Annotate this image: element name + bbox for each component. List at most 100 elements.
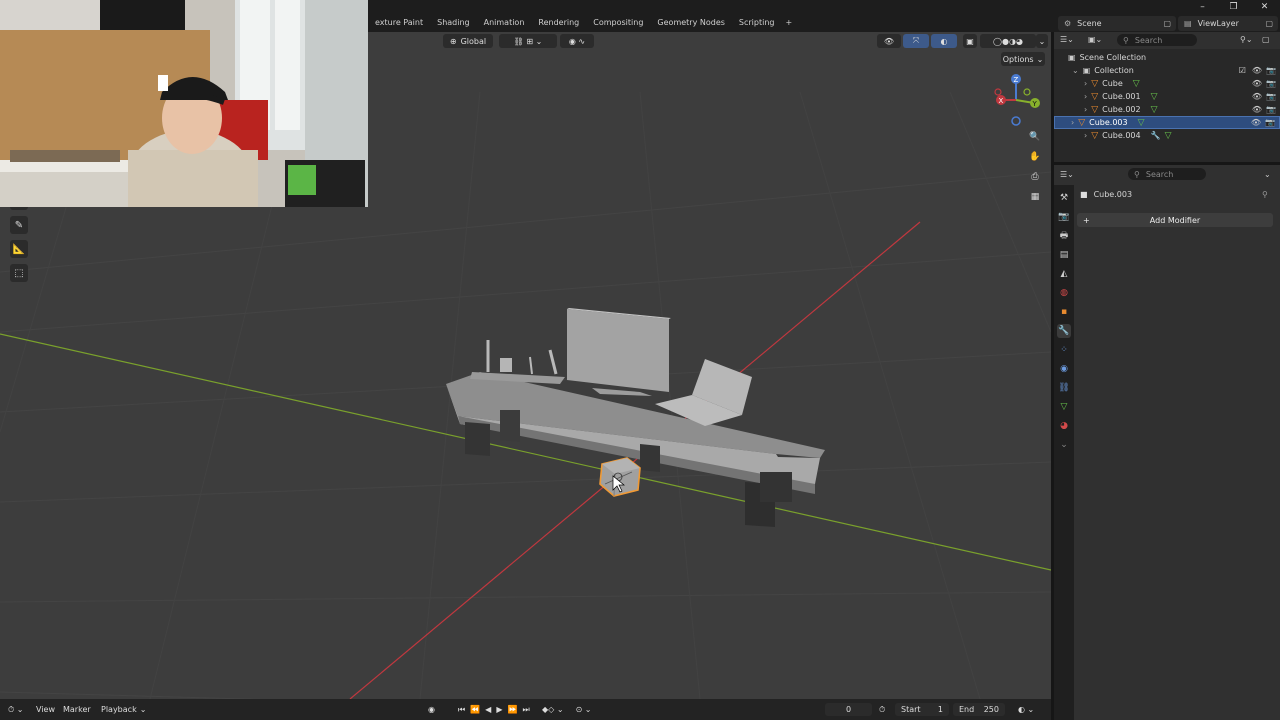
start-frame-field[interactable]: Start 1 [895, 703, 949, 716]
minimize-button[interactable]: – [1187, 0, 1218, 14]
modifier-icon[interactable]: 🔧 [1151, 131, 1161, 140]
mesh-data-icon[interactable]: ▽ [1151, 92, 1158, 102]
filter-icon[interactable]: ⚲⌄ [1240, 35, 1253, 44]
expand-icon[interactable]: ⌄ [1072, 66, 1079, 75]
camera-icon[interactable]: 📷 [1266, 79, 1276, 88]
measure-tool-icon[interactable]: 📐 [10, 240, 28, 258]
mesh-data-icon[interactable]: ▽ [1138, 118, 1145, 128]
navigation-gizmo[interactable]: Z Y X [990, 70, 1046, 130]
marker-menu[interactable]: Marker [63, 699, 91, 720]
next-keyframe-icon[interactable]: ⏩ [507, 705, 517, 714]
snap-controls[interactable]: ⛓ ⊞ ⌄ [499, 34, 557, 48]
expand-icon[interactable]: › [1084, 92, 1087, 101]
keying-controls[interactable]: ◆◇ ⌄ ⊙ ⌄ [542, 699, 592, 720]
options-dropdown[interactable]: Options ⌄ [1001, 52, 1045, 66]
mesh-data-icon[interactable]: ▽ [1133, 79, 1140, 89]
view-layer-tab-icon[interactable]: ▤ [1057, 248, 1071, 262]
chevron-down-icon[interactable]: ⌄ [1264, 170, 1271, 179]
mesh-data-icon[interactable]: ▽ [1165, 131, 1172, 141]
expand-icon[interactable]: › [1084, 131, 1087, 140]
texture-tab-icon[interactable]: ⌄ [1057, 438, 1071, 452]
current-frame-field[interactable]: 0 [825, 703, 872, 716]
outliner-item-cube-003[interactable]: › ▽ Cube.003 ▽ 👁 📷 [1054, 116, 1280, 129]
material-tab-icon[interactable]: ◕ [1057, 419, 1071, 433]
camera-icon[interactable]: 📷 [1266, 92, 1276, 101]
proportional-edit[interactable]: ◉ ∿ [560, 34, 594, 48]
scene-selector[interactable]: ⚙ Scene ▢ [1058, 16, 1176, 31]
gizmo-toggle[interactable]: ⤧ [903, 34, 929, 48]
tab-animation[interactable]: Animation [477, 14, 532, 32]
view-menu[interactable]: View [36, 699, 55, 720]
add-workspace-button[interactable]: + [781, 14, 796, 32]
visibility-dropdown[interactable]: 👁 [877, 34, 901, 48]
playback-menu[interactable]: Playback ⌄ [101, 699, 146, 720]
clock-icon[interactable]: ⏱ [879, 699, 885, 720]
pan-hand-icon[interactable]: ✋ [1027, 149, 1043, 165]
expand-icon[interactable]: › [1084, 79, 1087, 88]
expand-icon[interactable]: › [1084, 105, 1087, 114]
outliner-item-cube-001[interactable]: › ▽ Cube.001 ▽ 👁 📷 [1054, 90, 1280, 103]
shading-dropdown[interactable]: ⌄ [1036, 34, 1048, 48]
eye-icon[interactable]: 👁 [1251, 118, 1261, 127]
camera-icon[interactable]: 📷 [1265, 118, 1275, 127]
collection-row[interactable]: ⌄ ▣ Collection ☑ 👁 📷 [1054, 64, 1280, 77]
camera-icon[interactable]: ⎙ [1027, 169, 1043, 185]
properties-search[interactable]: ⚲ Search [1128, 168, 1206, 180]
tab-scripting[interactable]: Scripting [732, 14, 782, 32]
outliner-item-cube[interactable]: › ▽ Cube ▽ 👁 📷 [1054, 77, 1280, 90]
eye-icon[interactable]: 👁 [1252, 92, 1262, 101]
timeline-overlay-icon[interactable]: ◐ ⌄ [1018, 699, 1034, 720]
xray-toggle[interactable]: ▣ [963, 34, 977, 48]
play-icon[interactable]: ▶ [496, 705, 502, 714]
expand-icon[interactable]: › [1071, 118, 1074, 127]
tab-texture-paint[interactable]: exture Paint [368, 14, 430, 32]
modifier-tab-icon[interactable]: 🔧 [1057, 324, 1071, 338]
tab-geometry-nodes[interactable]: Geometry Nodes [650, 14, 731, 32]
properties-editor-icon[interactable]: ☰⌄ [1060, 170, 1074, 179]
shading-modes[interactable]: ◯●◑◕ [980, 34, 1036, 48]
constraints-tab-icon[interactable]: ⛓ [1057, 381, 1071, 395]
overlay-toggle[interactable]: ◐ [931, 34, 957, 48]
zoom-icon[interactable]: 🔍 [1027, 129, 1043, 145]
display-mode-icon[interactable]: ▣⌄ [1088, 35, 1102, 44]
jump-start-icon[interactable]: ⏮ [458, 705, 465, 715]
mesh-data-icon[interactable]: ▽ [1151, 105, 1158, 115]
eye-icon[interactable]: 👁 [1252, 66, 1262, 75]
tab-shading[interactable]: Shading [430, 14, 477, 32]
eye-icon[interactable]: 👁 [1252, 105, 1262, 114]
new-view-layer-icon[interactable]: ▢ [1265, 19, 1273, 28]
new-scene-icon[interactable]: ▢ [1163, 19, 1171, 28]
tab-compositing[interactable]: Compositing [586, 14, 650, 32]
object-tab-icon[interactable]: ▪ [1057, 305, 1071, 319]
particles-tab-icon[interactable]: ⁘ [1057, 343, 1071, 357]
jump-end-icon[interactable]: ⏭ [522, 705, 529, 715]
tab-rendering[interactable]: Rendering [531, 14, 586, 32]
output-tab-icon[interactable]: 🖶 [1057, 229, 1071, 243]
annotate-tool-icon[interactable]: ✎ [10, 216, 28, 234]
editor-type-icon[interactable]: ⏱ ⌄ [8, 699, 24, 720]
auto-key-icon[interactable]: ◉ [428, 699, 435, 720]
data-tab-icon[interactable]: ▽ [1057, 400, 1071, 414]
world-tab-icon[interactable]: ◍ [1057, 286, 1071, 300]
checkbox-icon[interactable]: ☑ [1239, 66, 1246, 75]
close-button[interactable]: ✕ [1249, 0, 1280, 14]
scene-collection-row[interactable]: ▣ Scene Collection [1054, 51, 1280, 64]
outliner-editor-icon[interactable]: ☰⌄ [1060, 35, 1074, 44]
render-tab-icon[interactable]: 📷 [1057, 210, 1071, 224]
pin-icon[interactable]: ⚲ [1262, 190, 1268, 199]
perspective-grid-icon[interactable]: ▦ [1027, 189, 1043, 205]
prev-keyframe-icon[interactable]: ⏪ [470, 705, 480, 714]
add-cube-tool-icon[interactable]: ⬚ [10, 264, 28, 282]
view-layer-selector[interactable]: ▤ ViewLayer ▢ [1178, 16, 1278, 31]
maximize-button[interactable]: ❐ [1218, 0, 1249, 14]
eye-icon[interactable]: 👁 [1252, 79, 1262, 88]
new-collection-icon[interactable]: ▢ [1262, 35, 1270, 44]
camera-icon[interactable]: 📷 [1266, 105, 1276, 114]
play-reverse-icon[interactable]: ◀ [485, 705, 491, 714]
add-modifier-button[interactable]: + Add Modifier [1077, 213, 1273, 227]
scene-tab-icon[interactable]: ◭ [1057, 267, 1071, 281]
outliner-item-cube-004[interactable]: › ▽ Cube.004 🔧 ▽ [1054, 129, 1280, 142]
outliner-item-cube-002[interactable]: › ▽ Cube.002 ▽ 👁 📷 [1054, 103, 1280, 116]
camera-icon[interactable]: 📷 [1266, 66, 1276, 75]
outliner-search[interactable]: ⚲ Search [1117, 34, 1197, 46]
